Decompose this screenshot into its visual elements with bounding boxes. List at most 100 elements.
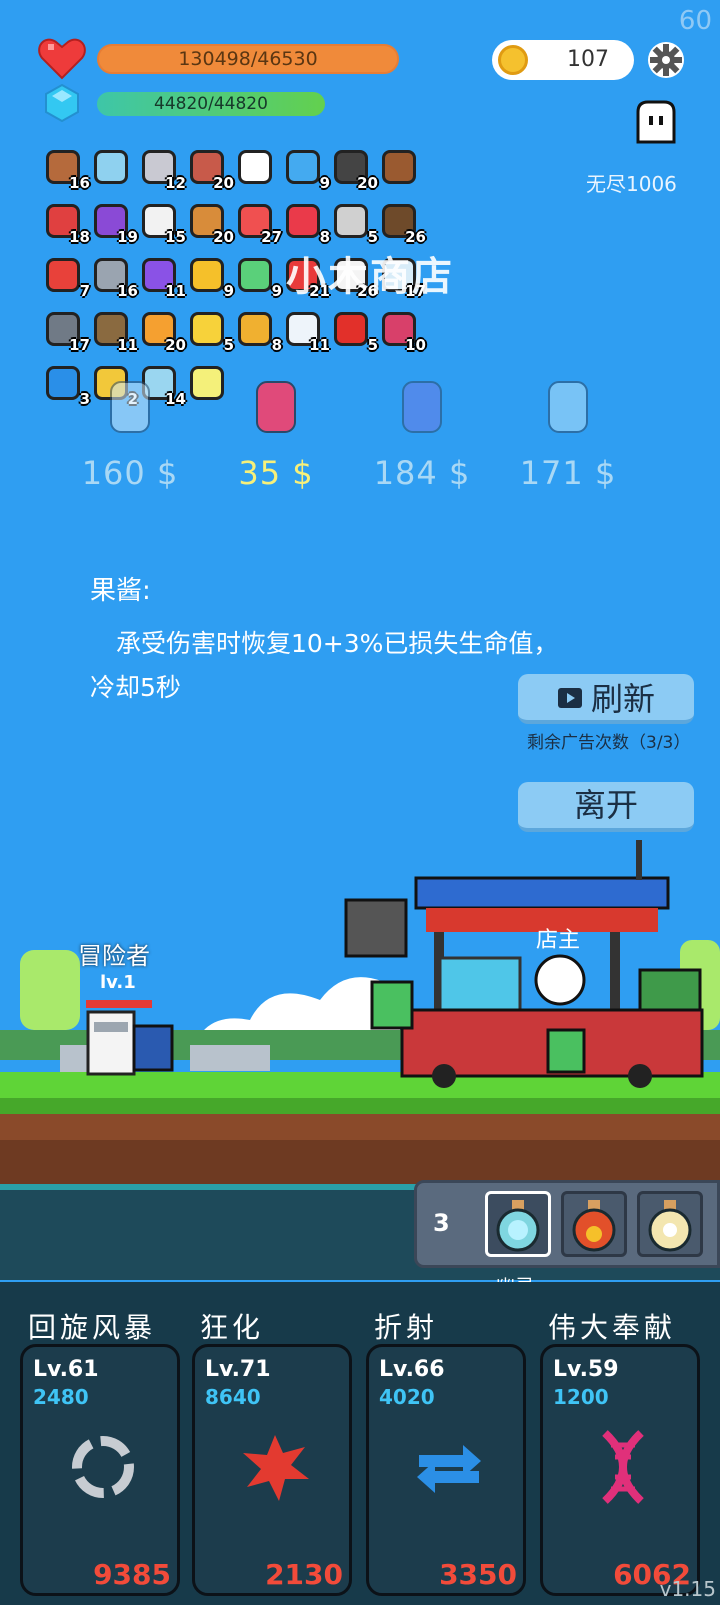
item-count: 15 — [165, 228, 186, 246]
skill-cost: 1200 — [553, 1385, 609, 1409]
coin-value: 107 — [567, 47, 609, 72]
inventory-item[interactable]: 9 — [234, 254, 282, 300]
skill-card[interactable]: Lv.61 2480 9385 — [20, 1344, 180, 1596]
mana-crystal-icon — [44, 83, 80, 123]
inventory-item[interactable]: 20 — [138, 308, 186, 354]
ghost-potion-slot[interactable] — [485, 1191, 551, 1257]
inventory-item[interactable]: 20 — [186, 146, 234, 192]
item-count: 16 — [117, 282, 138, 300]
mp-text: 44820/44820 — [154, 94, 268, 114]
skill-card[interactable]: Lv.66 4020 3350 — [366, 1344, 526, 1596]
shop-good[interactable]: 184 $ — [362, 374, 482, 492]
inventory-item[interactable]: 17 — [42, 308, 90, 354]
item-count: 7 — [79, 282, 90, 300]
item-count: 8 — [271, 336, 282, 354]
item-count: 20 — [213, 228, 234, 246]
shopkeeper-label: 店主 — [536, 928, 581, 953]
item-count: 11 — [117, 336, 138, 354]
skill-card[interactable]: Lv.71 8640 2130 — [192, 1344, 352, 1596]
splat-icon — [235, 1427, 315, 1507]
skills-panel: 回旋风暴 Lv.61 2480 9385 狂化 Lv.71 8640 2130 折射 Lv.66 4… — [0, 1282, 720, 1605]
ghost-menu-icon[interactable] — [632, 98, 680, 146]
apple-icon — [334, 312, 368, 346]
video-icon — [557, 676, 583, 722]
hearts-icon — [286, 204, 320, 238]
magnifier-icon — [94, 150, 128, 184]
item-count: 5 — [367, 336, 378, 354]
inventory-item[interactable]: 15 — [138, 200, 186, 246]
magic-wand-icon — [190, 312, 224, 346]
shop-good[interactable]: 35 $ — [216, 374, 336, 492]
hero-level: lv.1 — [100, 972, 136, 993]
sunflower-icon — [190, 258, 224, 292]
inventory-item[interactable]: 19 — [90, 200, 138, 246]
inventory-item[interactable]: 11 — [90, 308, 138, 354]
skill-damage: 2130 — [265, 1558, 343, 1591]
endless-mode-label: 无尽1006 — [586, 172, 677, 196]
item-count: 17 — [69, 336, 90, 354]
hook-icon — [334, 204, 368, 238]
inventory-item[interactable]: 10 — [378, 308, 426, 354]
leave-button[interactable]: 离开 — [518, 782, 694, 832]
inventory-item[interactable] — [378, 146, 420, 188]
inventory-item[interactable] — [234, 146, 276, 188]
coin-icon — [498, 45, 528, 75]
inventory-item[interactable]: 8 — [282, 200, 330, 246]
fire-potion-slot[interactable] — [561, 1191, 627, 1257]
inventory-item[interactable]: 11 — [282, 308, 330, 354]
price-label: 35 $ — [238, 454, 314, 492]
inventory-item[interactable]: 5 — [186, 308, 234, 354]
skill-card[interactable]: Lv.59 1200 6062 — [540, 1344, 700, 1596]
ghost-icon — [537, 374, 599, 436]
item-count: 16 — [69, 174, 90, 192]
inventory-item[interactable]: 5 — [330, 200, 378, 246]
inventory-item[interactable]: 9 — [282, 146, 330, 192]
hero-name: 冒险者 — [78, 942, 150, 970]
inventory-item[interactable]: 27 — [234, 200, 282, 246]
inventory-item[interactable]: 16 — [42, 146, 90, 192]
item-count: 20 — [213, 174, 234, 192]
item-count: 11 — [309, 336, 330, 354]
crystal-ball-icon — [391, 374, 453, 436]
hp-bar: 130498/46530 — [97, 44, 399, 74]
refresh-button[interactable]: 刷新 — [518, 674, 694, 724]
skill-damage: 3350 — [439, 1558, 517, 1591]
inventory-item[interactable]: 18 — [42, 200, 90, 246]
price-label: 184 $ — [373, 454, 471, 492]
skill-level: Lv.66 — [379, 1357, 445, 1382]
coin-counter: 107 — [492, 40, 634, 80]
light-potion-slot[interactable] — [637, 1191, 703, 1257]
item-count: 11 — [165, 282, 186, 300]
inventory-item[interactable]: 5 — [330, 308, 378, 354]
ads-remaining: 剩余广告次数（3/3） — [527, 733, 691, 753]
item-count: 27 — [261, 228, 282, 246]
slot-count: 3 — [433, 1209, 450, 1237]
inventory-item[interactable]: 7 — [42, 254, 90, 300]
inventory-item[interactable]: 12 — [138, 146, 186, 192]
inventory-item[interactable]: 26 — [378, 200, 426, 246]
hero-hp-bar — [86, 1000, 152, 1008]
inventory-item[interactable]: 16 — [90, 254, 138, 300]
item-count: 9 — [223, 282, 234, 300]
item-count: 20 — [357, 174, 378, 192]
item-count: 12 — [165, 174, 186, 192]
settings-gear-icon[interactable] — [646, 40, 686, 80]
item-count: 10 — [405, 336, 426, 354]
inventory-item[interactable]: 9 — [186, 254, 234, 300]
skill-level: Lv.59 — [553, 1357, 619, 1382]
shop-good[interactable]: 160 $ — [70, 374, 190, 492]
inventory-item[interactable]: 20 — [186, 200, 234, 246]
inventory-item[interactable]: 8 — [234, 308, 282, 354]
price-label: 171 $ — [519, 454, 617, 492]
item-count: 19 — [117, 228, 138, 246]
shop-goods: 160 $ 35 $ 184 $ 171 $ — [70, 374, 630, 504]
green-ghost-icon — [238, 258, 272, 292]
shop-good[interactable]: 171 $ — [508, 374, 628, 492]
inventory-item[interactable]: 20 — [330, 146, 378, 192]
item-title: 果酱: — [90, 576, 151, 606]
inventory-item[interactable]: 11 — [138, 254, 186, 300]
inventory-item[interactable] — [90, 146, 132, 188]
skill-cost: 8640 — [205, 1385, 261, 1409]
item-count: 9 — [319, 174, 330, 192]
heart-icon — [38, 36, 86, 80]
